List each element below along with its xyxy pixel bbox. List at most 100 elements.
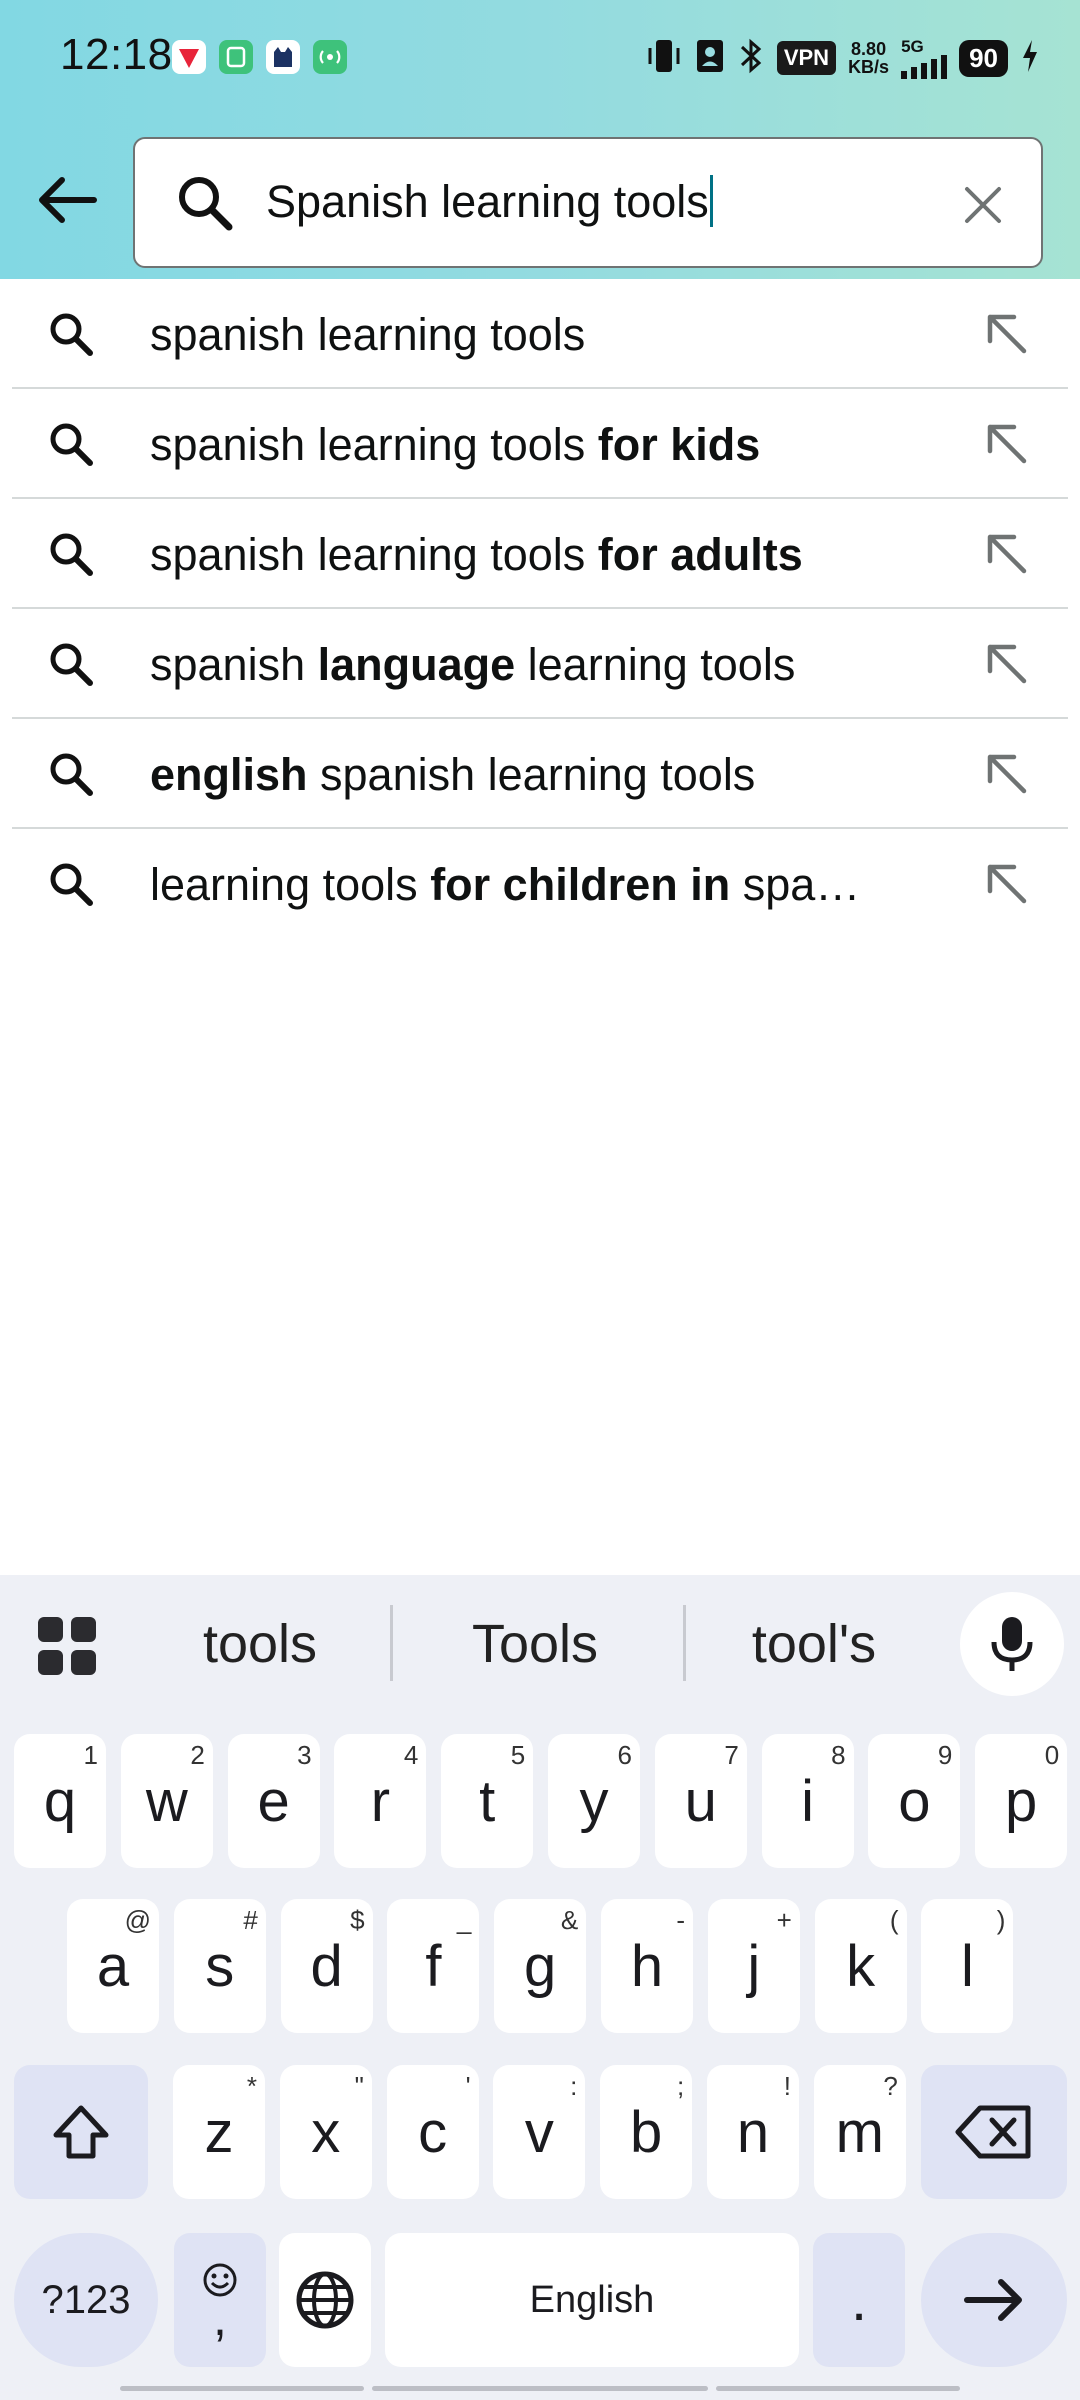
arrow-up-left-icon (987, 314, 1027, 354)
charging-icon (1020, 38, 1040, 79)
key-letter: w (145, 1768, 188, 1834)
key-w[interactable]: w2 (120, 1734, 213, 1868)
search-suggestion[interactable]: spanish language learning tools (12, 609, 1068, 719)
arrow-left-icon (39, 177, 97, 223)
key-hint: 9 (937, 1740, 953, 1770)
key-j[interactable]: j + (707, 1899, 800, 2033)
key-letter: m (835, 2099, 884, 2165)
key-t[interactable]: t5 (441, 1734, 534, 1868)
vpn-badge: VPN (776, 41, 837, 75)
search-header: 12:18 VPN 8.80 KB/s 5G 90 Spanish learni… (0, 0, 1080, 279)
key-a[interactable]: a @ (67, 1899, 159, 2033)
magnifier-icon (50, 313, 93, 356)
key-letter: x (311, 2099, 341, 2165)
microphone-icon (991, 1617, 1033, 1671)
key-letter: e (257, 1768, 290, 1834)
magnifier-icon (50, 643, 93, 686)
vibrate-icon (645, 36, 683, 81)
voice-input-button[interactable] (960, 1592, 1064, 1696)
search-input[interactable]: Spanish learning tools (133, 137, 1043, 268)
suggestion-text: english spanish learning tools (150, 749, 755, 801)
key-hint: # (243, 1905, 258, 1935)
suggestion-text-part: learning tools (515, 639, 796, 690)
key-letter: k (846, 1933, 876, 1999)
onscreen-keyboard: tools Tools tool's q1w2e3r4t5y6u7i8o9p0 … (0, 1575, 1080, 2400)
arrow-up-left-icon (987, 754, 1027, 794)
search-suggestion[interactable]: spanish learning tools (12, 279, 1068, 389)
arrow-up-left-icon (987, 644, 1027, 684)
key-d[interactable]: d $ (280, 1899, 373, 2033)
clear-search-button[interactable] (955, 177, 1011, 233)
emoji-comma-key[interactable]: , (174, 2233, 266, 2367)
key-hint: 6 (617, 1740, 632, 1770)
key-x[interactable]: x " (279, 2065, 372, 2199)
key-i[interactable]: i8 (761, 1734, 854, 1868)
search-suggestion[interactable]: learning tools for children in spa… (12, 829, 1068, 939)
key-letter: v (524, 2099, 554, 2165)
search-suggestion[interactable]: spanish learning tools for adults (12, 499, 1068, 609)
key-u[interactable]: u7 (654, 1734, 747, 1868)
key-c[interactable]: c ' (386, 2065, 479, 2199)
key-hint: ) (996, 1905, 1006, 1935)
suggestion-text-part: spanish learning tools (150, 419, 598, 470)
key-b[interactable]: b; (600, 2065, 693, 2199)
enter-key[interactable] (921, 2233, 1067, 2367)
symbols-key-label: ?123 (41, 2277, 131, 2322)
key-hint: 3 (297, 1740, 312, 1770)
magnifier-icon (179, 177, 233, 231)
key-s[interactable]: s # (173, 1899, 266, 2033)
key-g[interactable]: g & (494, 1899, 587, 2033)
key-hint: _ (456, 1905, 472, 1935)
period-key-label: . (850, 2267, 868, 2333)
key-m[interactable]: m? (813, 2065, 906, 2199)
grid-icon[interactable] (36, 1615, 98, 1677)
key-letter: c (418, 2099, 448, 2165)
key-z[interactable]: z * (173, 2065, 265, 2199)
word-suggestion[interactable]: tool's (694, 1613, 934, 1675)
bluetooth-icon (737, 36, 765, 81)
magnifier-icon (50, 533, 93, 576)
shift-key[interactable] (14, 2065, 148, 2199)
key-e[interactable]: e3 (227, 1734, 320, 1868)
key-n[interactable]: n! (707, 2065, 799, 2199)
symbols-key[interactable]: ?123 (14, 2233, 158, 2367)
key-letter: f (425, 1933, 442, 1999)
key-o[interactable]: o9 (868, 1734, 961, 1868)
key-letter: g (524, 1933, 557, 1999)
key-hint: ' (465, 2071, 471, 2101)
language-key[interactable] (279, 2233, 371, 2367)
key-hint: ; (676, 2071, 685, 2101)
key-l[interactable]: l) (921, 1899, 1014, 2033)
key-v[interactable]: v: (493, 2065, 586, 2199)
key-hint: $ (350, 1905, 365, 1935)
suggestion-text: spanish learning tools (150, 309, 585, 361)
search-suggestion[interactable]: spanish learning tools for kids (12, 389, 1068, 499)
status-icons: VPN 8.80 KB/s 5G 90 (645, 34, 1040, 82)
key-r[interactable]: r4 (334, 1734, 427, 1868)
space-key[interactable]: English (385, 2233, 799, 2367)
back-button[interactable] (30, 163, 104, 237)
key-hint: 7 (724, 1740, 739, 1770)
shift-arrow-icon (53, 2105, 109, 2159)
search-suggestion[interactable]: english spanish learning tools (12, 719, 1068, 829)
backspace-key[interactable] (921, 2065, 1067, 2199)
key-y[interactable]: y6 (548, 1734, 640, 1868)
key-letter: p (1005, 1768, 1038, 1834)
key-letter: l (960, 1933, 974, 1999)
suggestion-text-part: spanish learning tools (150, 529, 598, 580)
key-letter: q (43, 1768, 77, 1834)
key-q[interactable]: q1 (14, 1734, 106, 1868)
key-h[interactable]: h- (601, 1899, 693, 2033)
key-p[interactable]: p0 (975, 1734, 1068, 1868)
word-suggestion[interactable]: tools (140, 1613, 380, 1675)
key-hint: 0 (1044, 1740, 1060, 1770)
key-f[interactable]: f _ (387, 1899, 480, 2033)
key-hint: 1 (83, 1740, 98, 1770)
suggestion-text-part: spa… (730, 859, 861, 910)
word-suggestion[interactable]: Tools (415, 1613, 655, 1675)
key-k[interactable]: k( (814, 1899, 907, 2033)
arrow-up-left-icon (987, 424, 1027, 464)
arrow-right-icon (964, 2279, 1022, 2321)
period-key[interactable]: . (813, 2233, 905, 2367)
key-hint: 2 (190, 1740, 205, 1770)
